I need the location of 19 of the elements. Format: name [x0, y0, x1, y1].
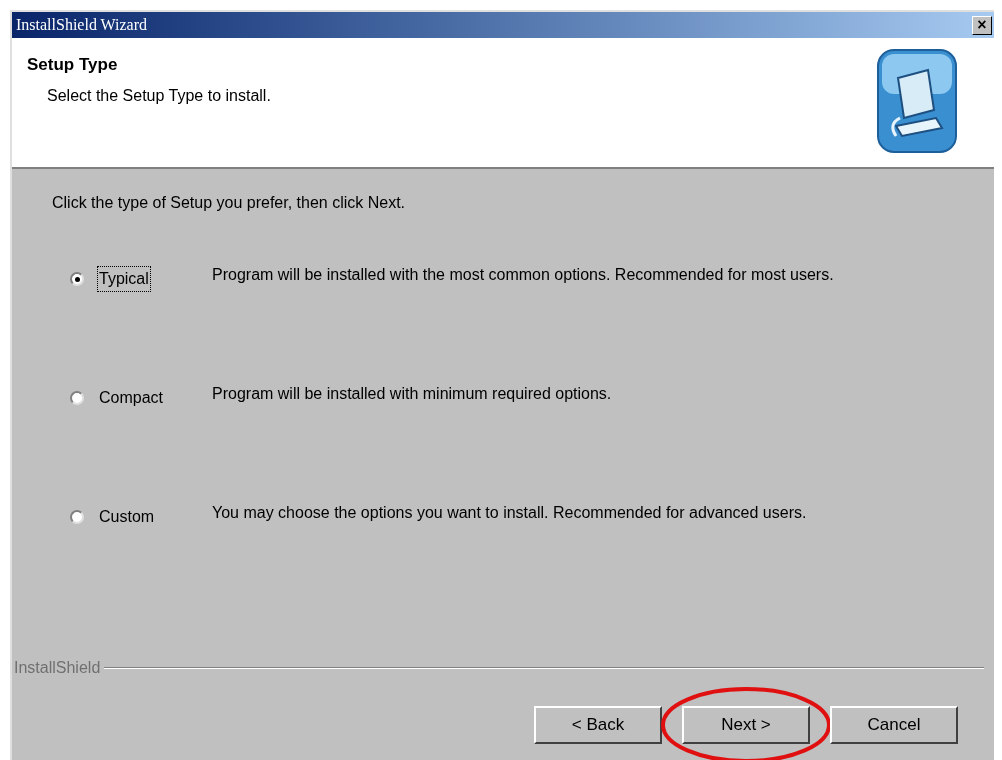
option-description: Program will be installed with the most common options. Recommended for most users. [212, 265, 835, 285]
computer-icon [876, 48, 958, 154]
page-subtitle: Select the Setup Type to install. [46, 85, 271, 106]
option-label[interactable]: Typical [98, 267, 150, 291]
radio-button[interactable] [70, 391, 84, 405]
option-label[interactable]: Compact [98, 386, 165, 410]
dialog-button[interactable]: Cancel [830, 706, 958, 744]
option-label[interactable]: Custom [98, 505, 156, 529]
radio-button[interactable] [70, 272, 84, 286]
dialog-button[interactable]: < Back [534, 706, 662, 744]
window-title: InstallShield Wizard [16, 15, 148, 35]
dialog-button[interactable]: Next > [682, 706, 810, 744]
radio-button[interactable] [70, 510, 84, 524]
page-title: Setup Type [27, 54, 119, 76]
brand-label: InstallShield [13, 658, 102, 678]
option-description: You may choose the options you want to install. Recommended for advanced users. [212, 503, 808, 523]
option-description: Program will be installed with minimum required options. [212, 384, 613, 404]
close-button[interactable]: × [972, 15, 992, 35]
instruction-text: Click the type of Setup you prefer, then click Next. [52, 193, 407, 213]
